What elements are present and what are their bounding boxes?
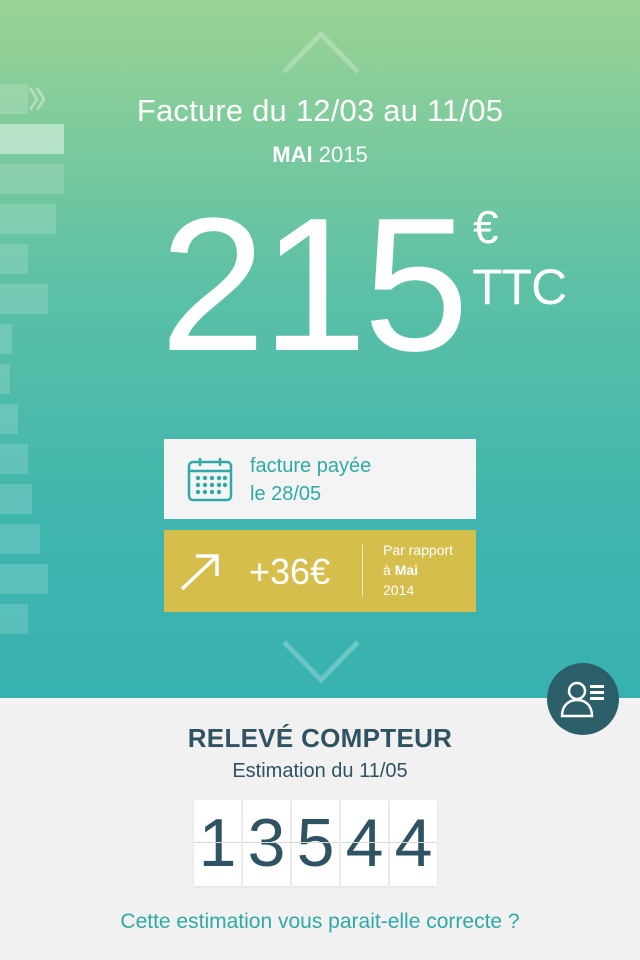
meter-digit: 4 <box>341 800 388 886</box>
comparison-ref-a: à <box>383 562 391 578</box>
history-bar[interactable] <box>0 244 28 274</box>
invoice-month: MAI 2015 <box>0 142 640 168</box>
comparison-reference: Par rapport à Mai 2014 <box>383 540 453 600</box>
payment-status-line1: facture payée <box>250 455 372 477</box>
comparison-ref-month-line: à Mai <box>383 560 453 580</box>
history-bar[interactable] <box>0 524 40 554</box>
meter-digit: 3 <box>243 800 290 886</box>
user-list-icon <box>560 681 604 718</box>
history-bar[interactable] <box>0 284 48 314</box>
history-bar[interactable] <box>0 164 64 194</box>
invoice-period: Facture du 12/03 au 11/05 <box>136 93 504 128</box>
comparison-ref-year: 2014 <box>383 582 415 598</box>
history-bar[interactable] <box>0 604 28 634</box>
meter-digit: 5 <box>292 800 339 886</box>
comparison-ref-month: Mai <box>394 562 419 578</box>
chevron-up-icon[interactable] <box>280 28 362 78</box>
invoice-month-name: MAI <box>272 142 313 167</box>
history-bar[interactable] <box>0 364 10 394</box>
arrow-up-right-icon <box>180 554 219 591</box>
comparison-divider <box>362 545 363 597</box>
history-bar[interactable] <box>0 404 18 434</box>
comparison-value: +36€ <box>249 551 331 592</box>
history-bar[interactable] <box>0 564 48 594</box>
invoice-currency: € <box>473 201 499 253</box>
meter-digit: 1 <box>194 800 241 886</box>
history-bar[interactable] <box>0 204 56 234</box>
meter-title: RELEVÉ COMPTEUR <box>187 723 453 753</box>
invoice-tax-label: TTC <box>472 259 567 315</box>
history-bar[interactable] <box>0 324 12 354</box>
history-bar[interactable] <box>0 484 32 514</box>
invoice-amount: 215 <box>160 179 469 391</box>
chevron-down-icon[interactable] <box>280 636 362 686</box>
meter-estimate-date: Estimation du 11/05 <box>232 760 408 782</box>
invoice-hero: Facture du 12/03 au 11/05 MAI 2015 215 €… <box>0 0 640 698</box>
payment-status-date: le 28/05 <box>250 483 322 505</box>
history-bar[interactable] <box>0 444 28 474</box>
comparison-ref-prefix: Par rapport <box>383 542 454 558</box>
calendar-icon <box>187 458 233 502</box>
meter-digit: 4 <box>390 800 437 886</box>
invoice-year: 2015 <box>318 142 368 167</box>
payment-status-text: facture payée le 28/05 <box>250 452 371 508</box>
meter-counter: 1 3 5 4 4 <box>194 800 437 886</box>
estimate-question-link[interactable]: Cette estimation vous parait-elle correc… <box>0 910 640 934</box>
